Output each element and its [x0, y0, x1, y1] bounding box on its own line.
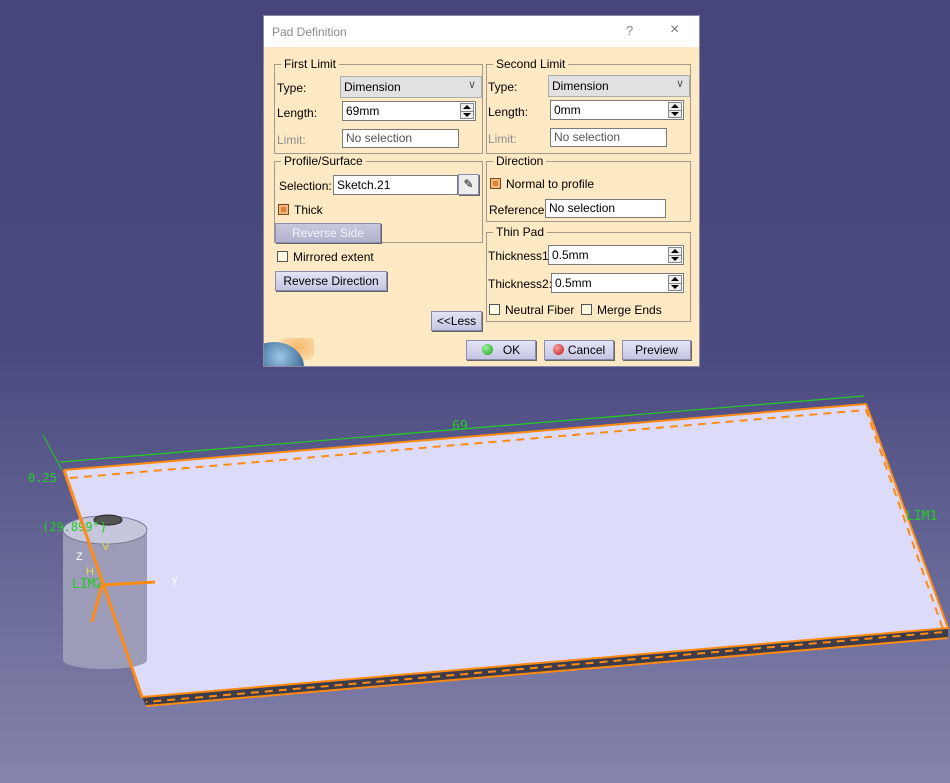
help-button[interactable]: ? [626, 23, 633, 38]
second-type-value: Dimension [552, 79, 609, 93]
chevron-down-icon: ∨ [467, 79, 476, 91]
ok-button[interactable]: OK [466, 340, 536, 360]
thick-checkbox[interactable] [278, 204, 289, 215]
second-type-label: Type: [488, 80, 518, 94]
axis-z-label: Z [76, 551, 83, 563]
selection-input[interactable]: Sketch.21 [333, 175, 458, 195]
axis-y-label: y [172, 574, 178, 586]
lim2-label[interactable]: LIM2 [72, 577, 103, 592]
thickness1-value: 0.5mm [552, 248, 589, 262]
normal-to-profile-checkbox[interactable] [490, 178, 501, 189]
thickness1-label: Thickness1 [488, 249, 549, 263]
thickness1-input[interactable]: 0.5mm [548, 245, 684, 265]
neutral-fiber-label: Neutral Fiber [505, 303, 575, 317]
second-length-value: 0mm [554, 103, 581, 117]
axis-h-label: H [86, 566, 94, 578]
first-type-label: Type: [277, 81, 307, 95]
mirrored-extent-checkbox[interactable] [277, 251, 288, 262]
first-length-label: Length: [277, 106, 318, 120]
dialog-title: Pad Definition [272, 25, 347, 39]
first-type-value: Dimension [344, 80, 401, 94]
preview-button[interactable]: Preview [622, 340, 691, 360]
lim1-label[interactable]: LIM1 [906, 509, 937, 524]
reference-label: Reference: [489, 203, 548, 217]
cancel-label: Cancel [567, 343, 606, 357]
green-ball-icon [481, 344, 493, 355]
spinner-icon[interactable] [460, 103, 474, 119]
first-limit-label: Limit: [277, 133, 306, 147]
reference-field[interactable]: No selection [545, 199, 666, 218]
second-type-dropdown[interactable]: Dimension ∨ [548, 75, 690, 97]
second-limit-value: No selection [554, 130, 621, 144]
red-ball-icon [552, 344, 564, 355]
spinner-icon[interactable] [668, 102, 682, 118]
first-limit-value: No selection [346, 131, 413, 145]
chevron-down-icon: ∨ [675, 78, 684, 90]
reverse-side-button[interactable]: Reverse Side [275, 223, 381, 243]
dimension-vertical [42, 434, 63, 471]
first-length-value: 69mm [346, 104, 380, 118]
thickness2-value: 0.5mm [555, 276, 592, 290]
axis-v-label: V [102, 541, 110, 553]
merge-ends-checkbox[interactable] [581, 304, 592, 315]
direction-legend: Direction [493, 154, 547, 168]
sketch-edit-button[interactable]: ✎ [458, 174, 479, 195]
cancel-button[interactable]: Cancel [544, 340, 614, 360]
dimension-025-label[interactable]: 0.25 [28, 471, 57, 485]
second-length-label: Length: [488, 105, 529, 119]
selection-value: Sketch.21 [337, 178, 391, 192]
less-button[interactable]: <<Less [431, 311, 482, 331]
thickness2-label: Thickness2: [488, 277, 553, 291]
neutral-fiber-checkbox[interactable] [489, 304, 500, 315]
first-type-dropdown[interactable]: Dimension ∨ [340, 76, 482, 98]
spinner-icon[interactable] [668, 275, 682, 291]
second-length-input[interactable]: 0mm [550, 100, 684, 120]
reference-value: No selection [549, 201, 616, 215]
merge-ends-label: Merge Ends [597, 303, 662, 317]
first-limit-field[interactable]: No selection [342, 129, 459, 148]
angle-label[interactable]: (29.899°) [42, 520, 107, 534]
spinner-icon[interactable] [668, 247, 682, 263]
second-limit-legend: Second Limit [493, 57, 569, 71]
first-length-input[interactable]: 69mm [342, 101, 476, 121]
second-limit-field[interactable]: No selection [550, 128, 667, 147]
thick-label: Thick [294, 203, 323, 217]
close-button[interactable]: × [670, 21, 679, 39]
pencil-icon: ✎ [463, 177, 474, 191]
thin-pad-legend: Thin Pad [493, 225, 548, 239]
first-limit-legend: First Limit [281, 57, 339, 71]
globe-logo-icon [264, 338, 314, 366]
pad-definition-dialog: Pad Definition ? × First Limit Type: Dim… [263, 15, 700, 367]
ok-label: OK [502, 343, 521, 357]
thickness2-input[interactable]: 0.5mm [551, 273, 684, 293]
second-limit-label: Limit: [488, 132, 517, 146]
selection-label: Selection: [279, 179, 332, 193]
profile-legend: Profile/Surface [281, 154, 366, 168]
mirrored-extent-label: Mirrored extent [293, 250, 374, 264]
dimension-69-label[interactable]: 69 [452, 419, 468, 434]
normal-to-profile-label: Normal to profile [506, 177, 595, 191]
reverse-direction-button[interactable]: Reverse Direction [275, 271, 387, 291]
dialog-titlebar[interactable]: Pad Definition ? × [264, 16, 699, 47]
